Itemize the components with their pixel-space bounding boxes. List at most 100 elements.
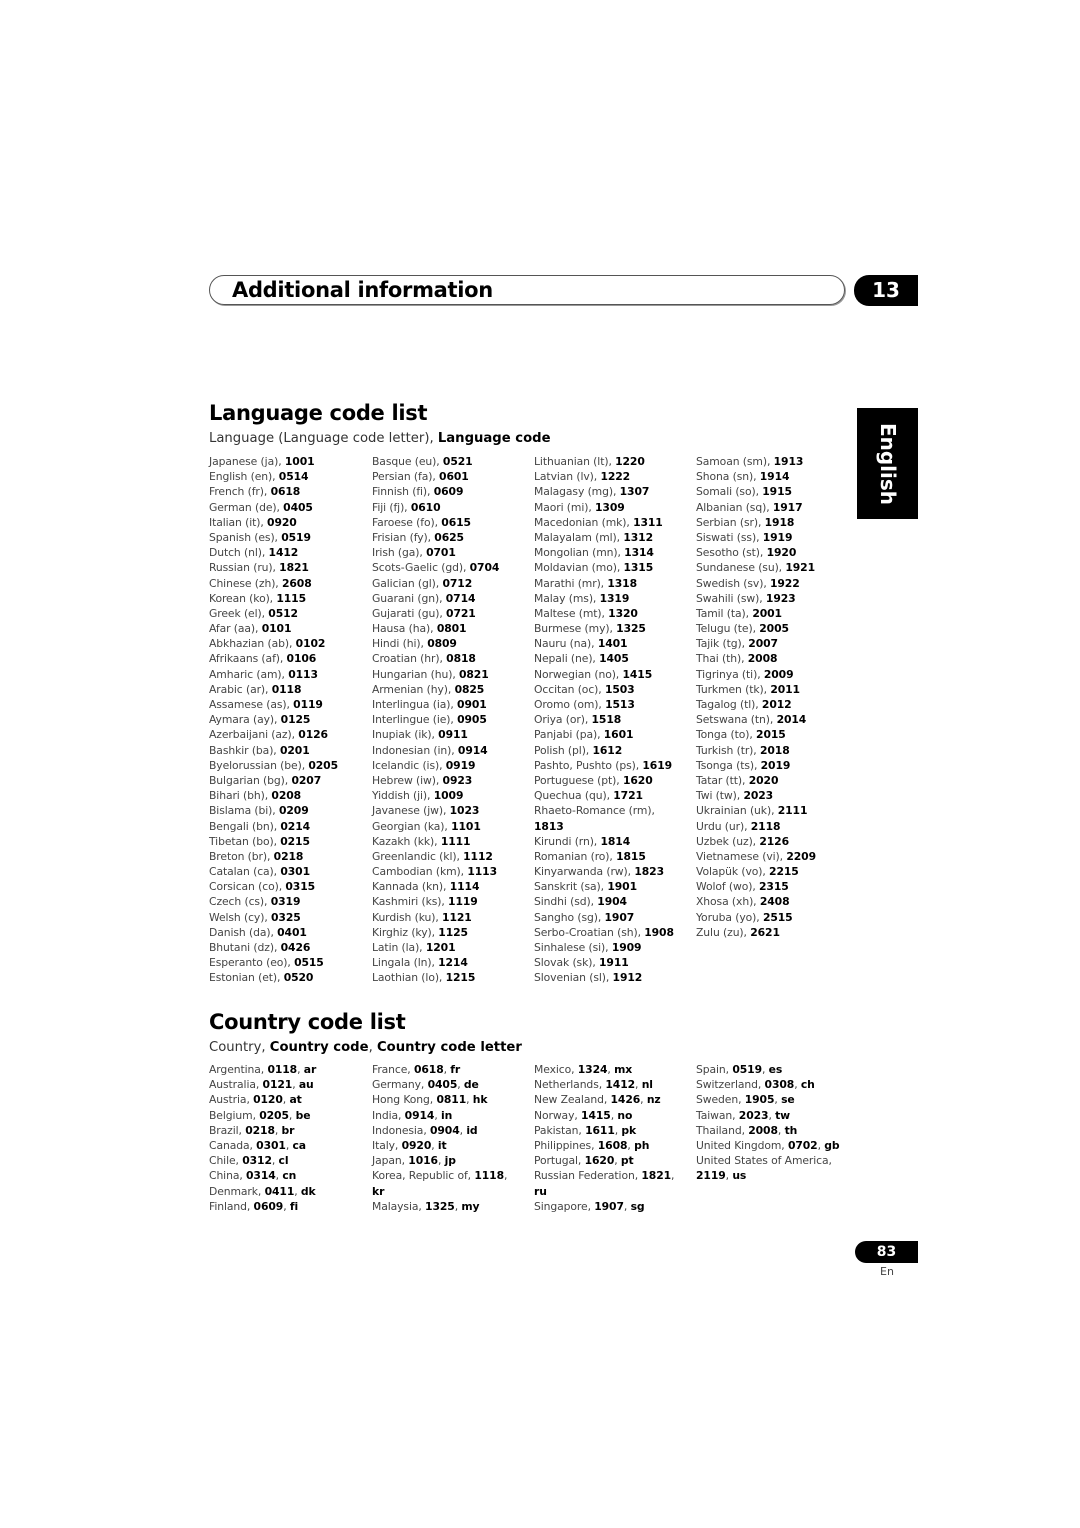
country-name: Netherlands, <box>534 1078 606 1092</box>
subtitle-bold-letter: Country code letter <box>376 1040 522 1055</box>
language-code: 0625 <box>434 530 464 544</box>
country-code: 0702 <box>787 1138 818 1152</box>
country-code: 1620 <box>584 1154 615 1168</box>
language-code: 2011 <box>770 682 800 696</box>
country-code: 0405 <box>427 1078 458 1092</box>
language-code: 1908 <box>644 925 674 939</box>
language-name: Abkhazian (ab), <box>209 637 296 651</box>
country-column: Argentina, 0118, ar Australia, 0121, au Au… <box>209 1062 369 1214</box>
language-name: Oriya (or), <box>534 713 592 727</box>
language-code: 1620 <box>622 773 653 787</box>
language-entry: Lithuanian (lt), 1220 <box>534 454 694 469</box>
language-side-tab: English <box>857 408 918 519</box>
language-entry: Telugu (te), 2005 <box>696 621 856 636</box>
language-entry: Maori (mi), 1309 <box>534 500 694 515</box>
language-name: Siswati (ss), <box>696 530 763 544</box>
language-code: 1114 <box>449 880 480 894</box>
separator: , <box>288 1108 296 1122</box>
language-code: 0325 <box>271 910 301 924</box>
language-name: Uzbek (uz), <box>696 834 760 848</box>
language-name: Italian (it), <box>209 515 268 529</box>
language-name: Volapük (vo), <box>696 865 770 879</box>
country-name: Indonesia, <box>372 1123 430 1137</box>
language-code: 1518 <box>591 713 622 727</box>
language-entry: Tagalog (tl), 2012 <box>696 697 856 712</box>
language-entry: French (fr), 0618 <box>209 484 369 499</box>
country-code-letter: au <box>298 1078 314 1092</box>
language-entry: Nepali (ne), 1405 <box>534 651 694 666</box>
language-name: Bislama (bi), <box>209 804 279 818</box>
country-name: Norway, <box>534 1108 582 1122</box>
language-code: 1119 <box>448 895 478 909</box>
country-code-letter: es <box>768 1063 783 1076</box>
language-code: 0126 <box>298 728 328 742</box>
language-name: Portuguese (pt), <box>534 773 623 787</box>
language-code: 0919 <box>445 758 476 772</box>
country-entry: Belgium, 0205, be <box>209 1108 369 1123</box>
language-entry: Gujarati (gu), 0721 <box>372 606 532 621</box>
language-entry: Kurdish (ku), 1121 <box>372 910 532 925</box>
language-code: 1215 <box>445 971 476 985</box>
country-code-letter: no <box>617 1108 633 1122</box>
language-code: 0618 <box>270 485 301 499</box>
country-entry: Canada, 0301, ca <box>209 1138 369 1153</box>
language-entry: Sesotho (st), 1920 <box>696 545 856 560</box>
language-entry: Sanskrit (sa), 1901 <box>534 879 694 894</box>
country-code-letter: de <box>463 1078 479 1092</box>
language-name: Macedonian (mk), <box>534 515 634 529</box>
country-code: 1907 <box>594 1199 624 1213</box>
language-code: 0401 <box>277 925 307 939</box>
language-name: Interlingua (ia), <box>372 698 458 711</box>
language-name: Scots-Gaelic (gd), <box>372 561 470 575</box>
language-entry: Zulu (zu), 2621 <box>696 925 856 940</box>
country-code: 0308 <box>764 1078 795 1092</box>
language-entry: Norwegian (no), 1415 <box>534 667 694 682</box>
language-entry: Albanian (sq), 1917 <box>696 500 856 515</box>
language-name: Breton (br), <box>209 849 274 863</box>
language-entry: Somali (so), 1915 <box>696 484 856 499</box>
country-code-letter: gb <box>824 1138 840 1152</box>
language-name: Laothian (lo), <box>372 971 446 985</box>
language-entry: Mongolian (mn), 1314 <box>534 545 694 560</box>
language-name: Romanian (ro), <box>534 849 617 863</box>
language-code: 2018 <box>759 743 790 757</box>
language-code: 2015 <box>756 728 786 742</box>
separator: , <box>640 1093 647 1107</box>
country-entry: Netherlands, 1412, nl <box>534 1077 694 1092</box>
language-name: Wolof (wo), <box>696 880 760 894</box>
language-name: Turkmen (tk), <box>696 682 771 696</box>
language-name: Indonesian (in), <box>372 743 458 757</box>
country-code-letter: at <box>289 1093 302 1107</box>
country-name: Australia, <box>209 1078 263 1092</box>
language-name: Irish (ga), <box>372 546 427 560</box>
language-name: Albanian (sq), <box>696 500 773 514</box>
language-entry: Tonga (to), 2015 <box>696 727 856 742</box>
language-code: 0521 <box>442 455 473 468</box>
language-code: 1813 <box>534 819 564 833</box>
country-code: 1325 <box>425 1199 455 1213</box>
country-name: Russian Federation, <box>534 1169 642 1183</box>
subtitle-plain: Language (Language code letter), <box>209 431 438 446</box>
language-entry: Inupiak (ik), 0911 <box>372 727 532 742</box>
language-entry: Tigrinya (ti), 2009 <box>696 667 856 682</box>
language-entry: Sinhalese (si), 1909 <box>534 940 694 955</box>
language-name: Kashmiri (ks), <box>372 895 449 909</box>
language-name: Afar (aa), <box>209 622 262 636</box>
separator: , <box>466 1093 473 1107</box>
language-entry: Icelandic (is), 0919 <box>372 758 532 773</box>
language-code: 0920 <box>267 515 297 529</box>
language-name: Bengali (bn), <box>209 819 281 833</box>
language-code: 0405 <box>283 500 313 514</box>
country-entry: Portugal, 1620, pt <box>534 1153 694 1168</box>
page-language-abbrev: En <box>880 1265 894 1278</box>
language-name: Chinese (zh), <box>209 576 282 590</box>
language-code: 1222 <box>600 470 631 484</box>
language-code: 2315 <box>759 880 789 894</box>
language-name: Arabic (ar), <box>209 682 272 696</box>
separator: , <box>292 1078 299 1092</box>
country-name: Taiwan, <box>696 1108 739 1122</box>
language-code: 1901 <box>607 880 637 894</box>
language-name: Finnish (fi), <box>372 485 434 499</box>
language-name: Occitan (oc), <box>534 682 605 696</box>
language-code: 0426 <box>280 941 311 954</box>
